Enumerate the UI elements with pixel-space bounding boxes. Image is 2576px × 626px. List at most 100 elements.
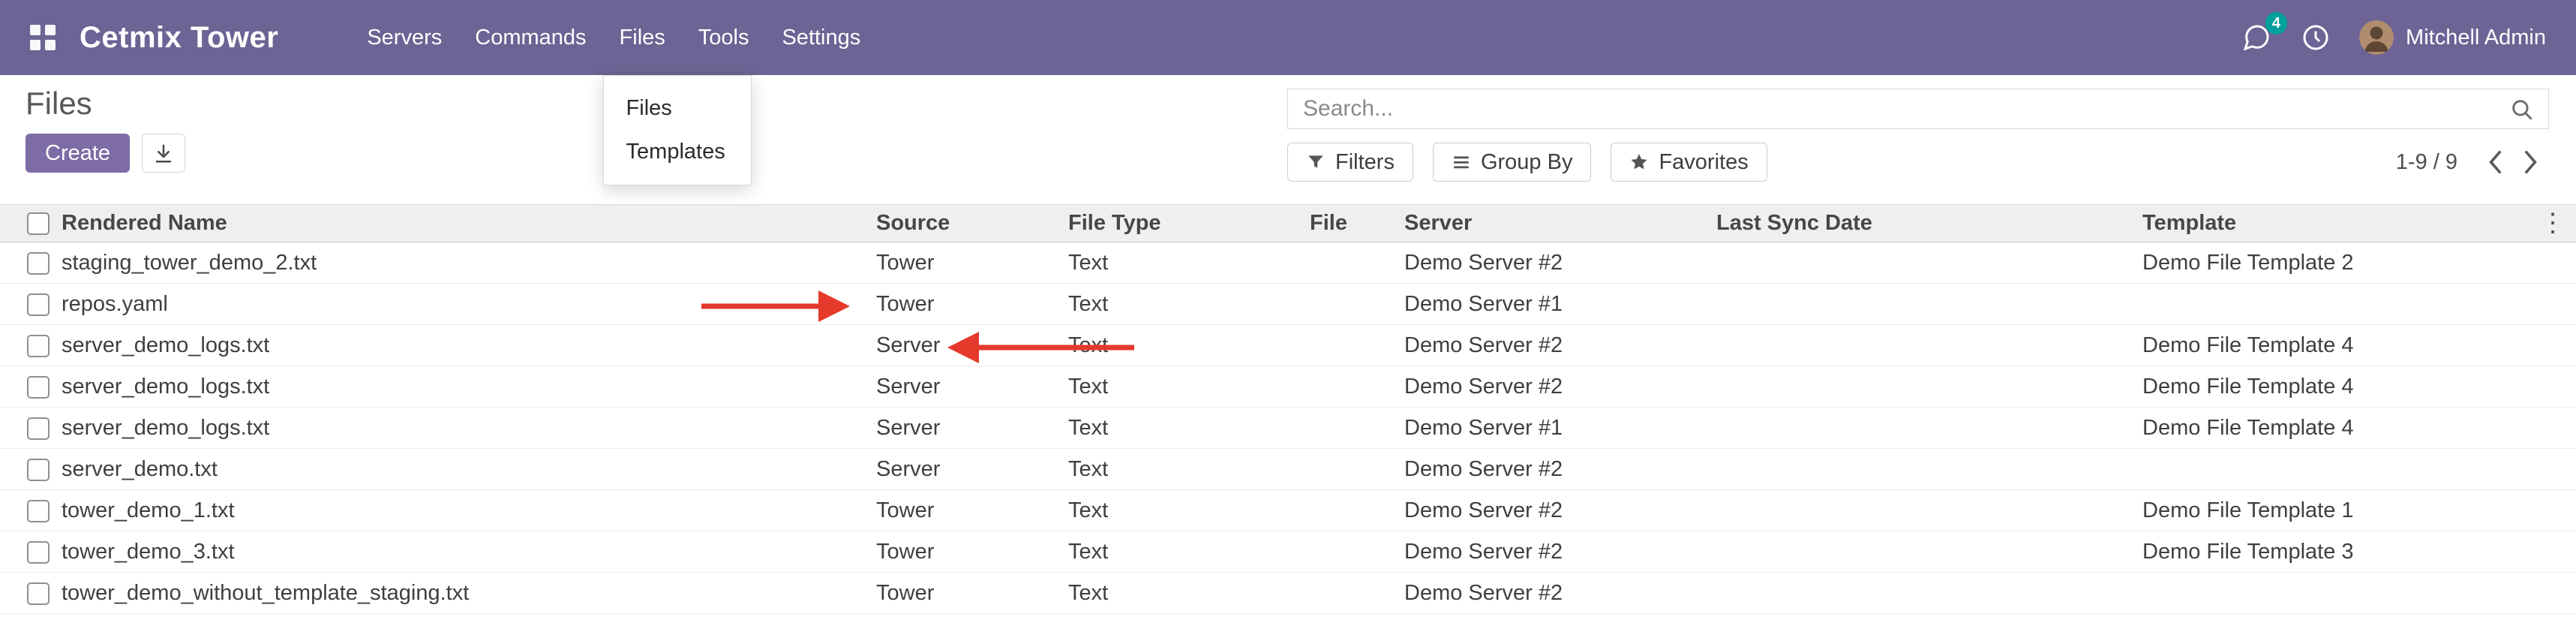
cell-last-sync-date[interactable] bbox=[1704, 408, 2130, 449]
cell-file-type[interactable]: Text bbox=[1056, 531, 1298, 573]
pager-previous-button[interactable] bbox=[2477, 149, 2513, 176]
optional-columns-button[interactable]: ⋮ bbox=[2540, 208, 2565, 238]
cell-source[interactable]: Server bbox=[864, 449, 1056, 490]
cell-source[interactable]: Tower bbox=[864, 490, 1056, 531]
search-icon[interactable] bbox=[2509, 97, 2535, 126]
cell-server[interactable]: Demo Server #2 bbox=[1392, 449, 1704, 490]
table-row[interactable]: tower_demo_1.txt Tower Text Demo Server … bbox=[0, 490, 2576, 531]
cell-rendered-name[interactable]: server_demo_logs.txt bbox=[50, 408, 864, 449]
cell-server[interactable]: Demo Server #2 bbox=[1392, 573, 1704, 614]
column-header-server[interactable]: Server bbox=[1392, 205, 1704, 242]
cell-file-type[interactable]: Text bbox=[1056, 366, 1298, 408]
cell-source[interactable]: Tower bbox=[864, 242, 1056, 284]
table-row[interactable]: server_demo_logs.txt Server Text Demo Se… bbox=[0, 408, 2576, 449]
cell-file[interactable] bbox=[1298, 242, 1392, 284]
column-header-template[interactable]: Template ⋮ bbox=[2130, 205, 2576, 242]
pager-next-button[interactable] bbox=[2513, 149, 2549, 176]
export-button[interactable] bbox=[142, 134, 185, 173]
cell-file[interactable] bbox=[1298, 408, 1392, 449]
cell-template[interactable] bbox=[2130, 449, 2576, 490]
table-row[interactable]: tower_demo_3.txt Tower Text Demo Server … bbox=[0, 531, 2576, 573]
row-checkbox[interactable] bbox=[27, 293, 50, 316]
cell-template[interactable]: Demo File Template 3 bbox=[2130, 531, 2576, 573]
cell-file-type[interactable]: Text bbox=[1056, 449, 1298, 490]
cell-source[interactable]: Tower bbox=[864, 284, 1056, 325]
cell-file[interactable] bbox=[1298, 573, 1392, 614]
row-checkbox[interactable] bbox=[27, 417, 50, 440]
favorites-button[interactable]: Favorites bbox=[1611, 143, 1767, 182]
cell-server[interactable]: Demo Server #2 bbox=[1392, 490, 1704, 531]
table-row[interactable]: server_demo_logs.txt Server Text Demo Se… bbox=[0, 366, 2576, 408]
cell-template[interactable]: Demo File Template 1 bbox=[2130, 490, 2576, 531]
cell-file-type[interactable]: Text bbox=[1056, 284, 1298, 325]
cell-server[interactable]: Demo Server #1 bbox=[1392, 284, 1704, 325]
table-row[interactable]: staging_tower_demo_2.txt Tower Text Demo… bbox=[0, 242, 2576, 284]
column-header-file-type[interactable]: File Type bbox=[1056, 205, 1298, 242]
cell-file-type[interactable]: Text bbox=[1056, 573, 1298, 614]
cell-file[interactable] bbox=[1298, 366, 1392, 408]
cell-template[interactable]: Demo File Template 4 bbox=[2130, 408, 2576, 449]
cell-file-type[interactable]: Text bbox=[1056, 490, 1298, 531]
cell-server[interactable]: Demo Server #2 bbox=[1392, 531, 1704, 573]
cell-last-sync-date[interactable] bbox=[1704, 573, 2130, 614]
cell-source[interactable]: Server bbox=[864, 325, 1056, 366]
messages-button[interactable]: 4 bbox=[2241, 23, 2272, 53]
cell-last-sync-date[interactable] bbox=[1704, 449, 2130, 490]
dropdown-item-templates[interactable]: Templates bbox=[604, 130, 751, 173]
row-checkbox[interactable] bbox=[27, 500, 50, 522]
cell-rendered-name[interactable]: tower_demo_1.txt bbox=[50, 490, 864, 531]
cell-rendered-name[interactable]: tower_demo_without_template_staging.txt bbox=[50, 573, 864, 614]
cell-last-sync-date[interactable] bbox=[1704, 490, 2130, 531]
cell-template[interactable]: Demo File Template 4 bbox=[2130, 325, 2576, 366]
cell-rendered-name[interactable]: staging_tower_demo_2.txt bbox=[50, 242, 864, 284]
cell-template[interactable] bbox=[2130, 284, 2576, 325]
cell-rendered-name[interactable]: tower_demo_3.txt bbox=[50, 531, 864, 573]
table-row[interactable]: repos.yaml Tower Text Demo Server #1 bbox=[0, 284, 2576, 325]
cell-file-type[interactable]: Text bbox=[1056, 408, 1298, 449]
filters-button[interactable]: Filters bbox=[1287, 143, 1413, 182]
cell-rendered-name[interactable]: server_demo_logs.txt bbox=[50, 366, 864, 408]
column-header-file[interactable]: File bbox=[1298, 205, 1392, 242]
cell-template[interactable]: Demo File Template 2 bbox=[2130, 242, 2576, 284]
cell-rendered-name[interactable]: repos.yaml bbox=[50, 284, 864, 325]
cell-server[interactable]: Demo Server #1 bbox=[1392, 408, 1704, 449]
table-row[interactable]: server_demo_logs.txt Server Text Demo Se… bbox=[0, 325, 2576, 366]
cell-server[interactable]: Demo Server #2 bbox=[1392, 325, 1704, 366]
search-input[interactable] bbox=[1288, 89, 2548, 128]
cell-source[interactable]: Tower bbox=[864, 531, 1056, 573]
row-checkbox[interactable] bbox=[27, 582, 50, 605]
cell-server[interactable]: Demo Server #2 bbox=[1392, 366, 1704, 408]
column-header-last-sync-date[interactable]: Last Sync Date bbox=[1704, 205, 2130, 242]
cell-last-sync-date[interactable] bbox=[1704, 531, 2130, 573]
cell-rendered-name[interactable]: server_demo_logs.txt bbox=[50, 325, 864, 366]
cell-source[interactable]: Server bbox=[864, 366, 1056, 408]
app-title[interactable]: Cetmix Tower bbox=[80, 21, 278, 55]
table-row[interactable]: server_demo.txt Server Text Demo Server … bbox=[0, 449, 2576, 490]
group-by-button[interactable]: Group By bbox=[1433, 143, 1592, 182]
cell-source[interactable]: Tower bbox=[864, 573, 1056, 614]
cell-file[interactable] bbox=[1298, 490, 1392, 531]
cell-last-sync-date[interactable] bbox=[1704, 242, 2130, 284]
table-row[interactable]: tower_demo_without_template_staging.txt … bbox=[0, 573, 2576, 614]
menu-settings[interactable]: Settings bbox=[765, 0, 877, 75]
menu-tools[interactable]: Tools bbox=[682, 0, 766, 75]
cell-file[interactable] bbox=[1298, 531, 1392, 573]
cell-source[interactable]: Server bbox=[864, 408, 1056, 449]
cell-file[interactable] bbox=[1298, 449, 1392, 490]
column-header-rendered-name[interactable]: Rendered Name bbox=[50, 205, 864, 242]
apps-grid-icon[interactable] bbox=[26, 20, 60, 55]
menu-servers[interactable]: Servers bbox=[350, 0, 458, 75]
cell-last-sync-date[interactable] bbox=[1704, 366, 2130, 408]
select-all-checkbox[interactable] bbox=[27, 212, 50, 235]
column-header-source[interactable]: Source bbox=[864, 205, 1056, 242]
cell-server[interactable]: Demo Server #2 bbox=[1392, 242, 1704, 284]
menu-commands[interactable]: Commands bbox=[458, 0, 602, 75]
cell-template[interactable] bbox=[2130, 573, 2576, 614]
cell-file-type[interactable]: Text bbox=[1056, 325, 1298, 366]
row-checkbox[interactable] bbox=[27, 541, 50, 564]
row-checkbox[interactable] bbox=[27, 459, 50, 481]
dropdown-item-files[interactable]: Files bbox=[604, 86, 751, 130]
row-checkbox[interactable] bbox=[27, 376, 50, 399]
cell-file-type[interactable]: Text bbox=[1056, 242, 1298, 284]
cell-file[interactable] bbox=[1298, 284, 1392, 325]
